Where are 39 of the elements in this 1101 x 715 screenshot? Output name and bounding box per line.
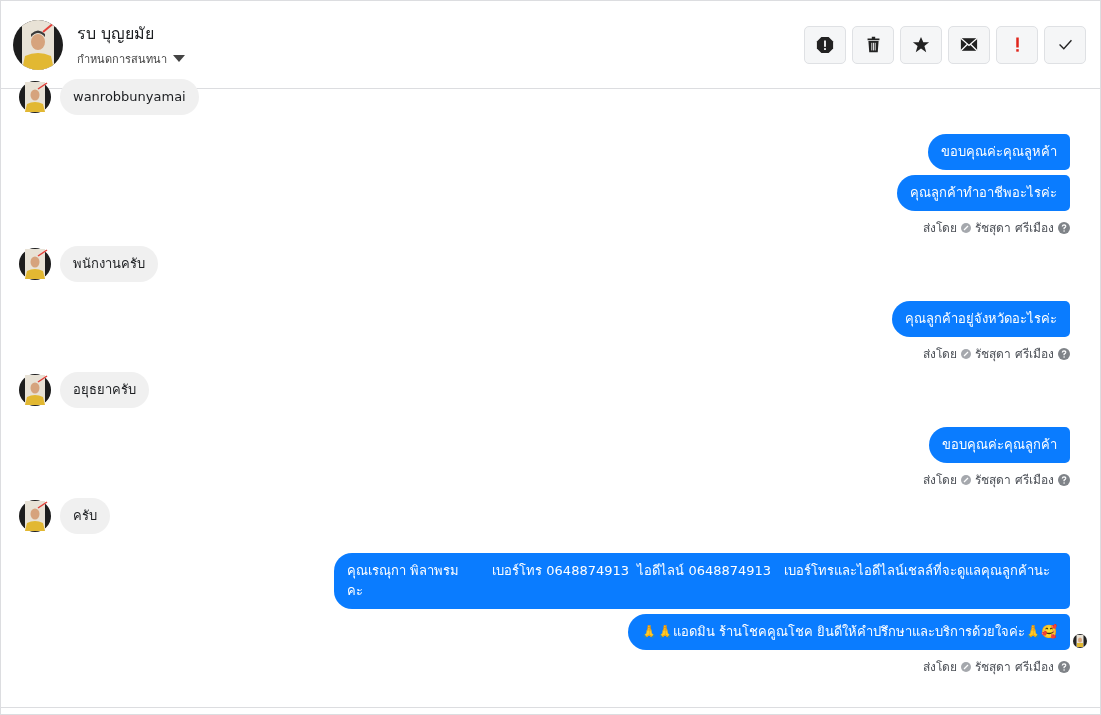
help-icon[interactable] [1058, 473, 1070, 486]
message-bubble: ขอบคุณค่ะคุณลูกค้า [929, 427, 1070, 463]
message-bubble: คุณเรณุกา พิลาพรม เบอร์โทร 0648874913 ไอดีไลน์ 0648874913 เบอร์โทรและไอดีไลน์เชลล์ที่จะดูแลคุณลูกค้านะคะ [334, 553, 1070, 609]
star-button[interactable] [900, 25, 942, 64]
important-button[interactable] [996, 25, 1038, 64]
agent-icon [961, 348, 972, 359]
message-bubble: 🙏🙏แอดมิน ร้านโชคคูณโชค ยินดีให้คำปรึกษาและบริการด้วยใจค่ะ🙏🥰 [627, 614, 1070, 650]
agent-name: รัชสุดา ศรีเมือง [975, 659, 1054, 676]
alert-icon [816, 35, 834, 54]
conversation-menu[interactable]: กำหนดการสนทนา [77, 50, 185, 68]
exclamation-icon [1014, 35, 1020, 54]
help-icon[interactable] [1058, 221, 1070, 234]
help-icon[interactable] [1058, 347, 1070, 360]
sent-by-label: ส่งโดย [923, 659, 958, 676]
message-bubble: wanrobbunyamai [60, 79, 199, 115]
sent-by-label: ส่งโดย [923, 472, 958, 489]
alert-button[interactable] [804, 25, 846, 64]
mail-icon [960, 37, 978, 52]
agent-icon [961, 474, 972, 485]
agent-name: รัชสุดา ศรีเมือง [975, 346, 1054, 363]
message-bubble: อยุธยาครับ [60, 372, 149, 408]
message-bubble: คุณลูกค้าอยู่จังหวัดอะไรค่ะ [892, 301, 1070, 337]
star-icon [912, 35, 930, 54]
caret-icon [173, 55, 185, 63]
trash-button[interactable] [852, 25, 894, 64]
message-bubble: พนักงานครับ [60, 246, 158, 282]
agent-name: รัชสุดา ศรีเมือง [975, 220, 1054, 237]
agent-name: รัชสุดา ศรีเมือง [975, 472, 1054, 489]
agent-icon [961, 222, 972, 233]
sent-by-label: ส่งโดย [923, 346, 958, 363]
mail-button[interactable] [948, 25, 990, 64]
message-bubble: คุณลูกค้าทำอาชีพอะไรค่ะ [897, 175, 1070, 211]
contact-name: รบ บุญยมัย [77, 23, 156, 46]
message-bubble: ครับ [60, 498, 110, 534]
done-button[interactable] [1044, 25, 1086, 64]
message-bubble: ขอบคุณค่ะคุณลูหค้า [928, 134, 1070, 170]
help-icon[interactable] [1058, 660, 1070, 673]
agent-icon [961, 661, 972, 672]
sent-by-label: ส่งโดย [923, 220, 958, 237]
